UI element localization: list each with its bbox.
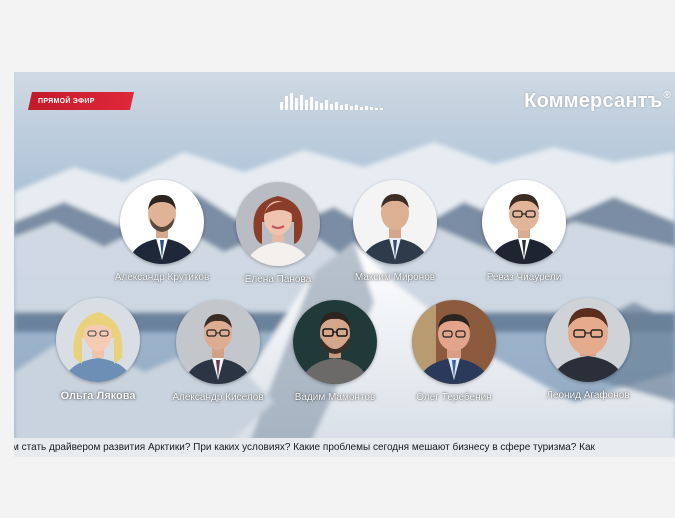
speaker-name: Олег Теребенин <box>416 392 492 403</box>
speaker-name: Александр Киселов <box>172 392 264 403</box>
speaker-photo <box>56 298 140 382</box>
speaker-card: Леонид Агафонов <box>513 298 663 401</box>
brand-registered-sign: ® <box>663 90 671 101</box>
speaker-photo <box>482 180 566 264</box>
brand-logo: Коммерсантъ® <box>524 90 671 113</box>
speaker-card: Олег Теребенин <box>379 300 529 403</box>
live-badge-label: ПРЯМОЙ ЭФИР <box>38 97 95 105</box>
speaker-name: Елена Панова <box>244 274 312 285</box>
speaker-photo <box>176 300 260 384</box>
brand-name: Коммерсантъ <box>524 90 663 112</box>
speaker-name: Реваз Чиаурели <box>486 272 562 283</box>
live-badge: ПРЯМОЙ ЭФИР <box>28 92 134 110</box>
speaker-photo <box>120 180 204 264</box>
speaker-name: Максим Миронов <box>354 272 436 283</box>
speaker-photo <box>546 298 630 382</box>
speaker-photo <box>353 180 437 264</box>
speaker-name: Леонид Агафонов <box>546 390 630 401</box>
speaker-photo <box>412 300 496 384</box>
speaker-photo <box>236 182 320 266</box>
soundwave-logo-icon <box>280 93 383 110</box>
speaker-card: Максим Миронов <box>320 180 470 283</box>
speaker-photo <box>293 300 377 384</box>
speaker-card: Реваз Чиаурели <box>449 180 599 283</box>
video-player[interactable]: ПРЯМОЙ ЭФИР Коммерсантъ® Александр Крути… <box>14 72 675 457</box>
speaker-name: Вадим Мамонтов <box>294 392 376 403</box>
ticker-text: м стать драйвером развития Арктики? При … <box>14 442 595 453</box>
news-ticker: м стать драйвером развития Арктики? При … <box>14 438 675 457</box>
speaker-name: Ольга Лякова <box>60 390 136 402</box>
speaker-name: Александр Крутиков <box>114 272 210 283</box>
